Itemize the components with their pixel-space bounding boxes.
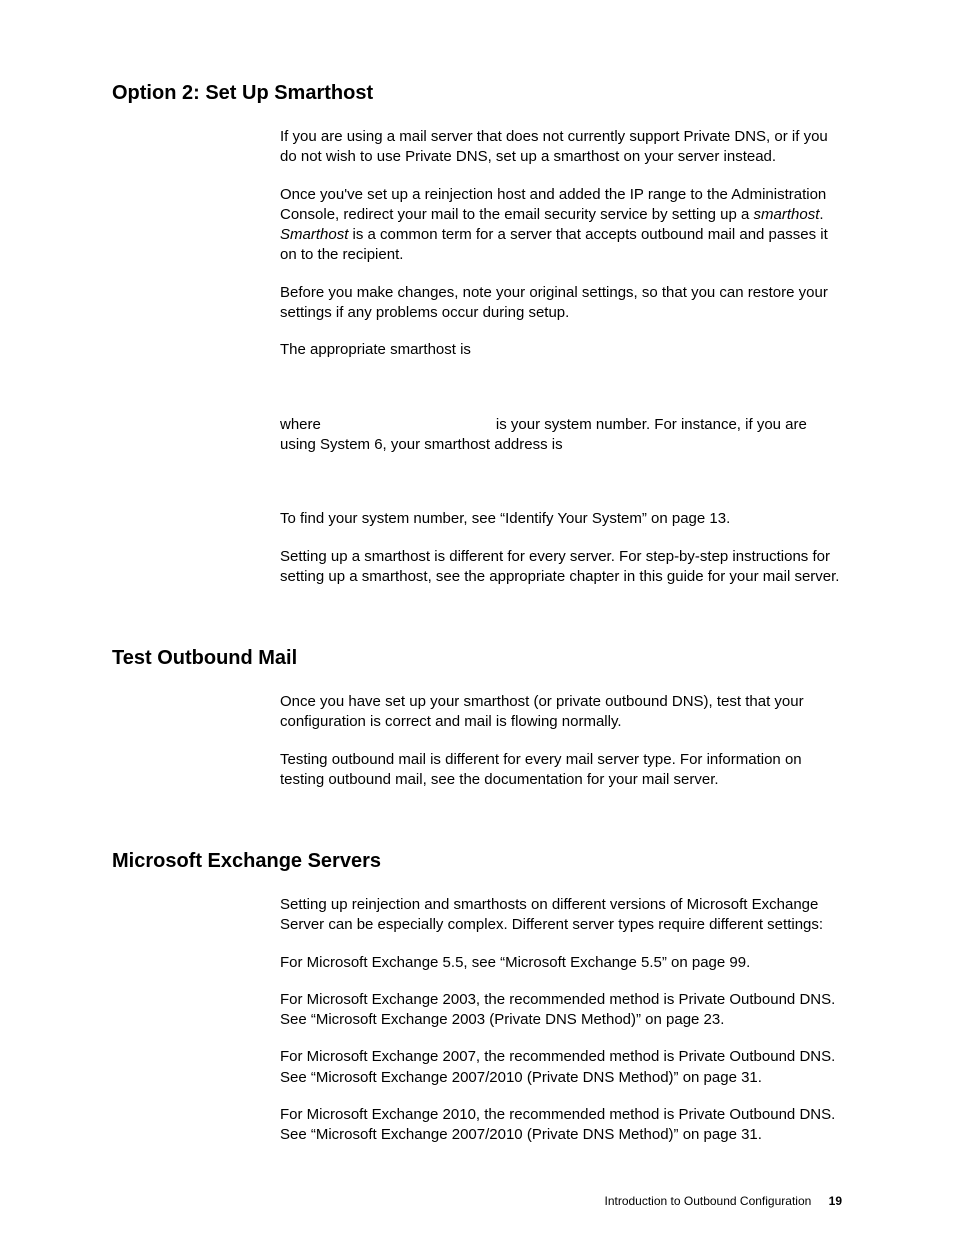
body-paragraph: Setting up a smarthost is different for … — [280, 547, 844, 588]
section-spacer — [112, 790, 844, 850]
body-paragraph: Testing outbound mail is different for e… — [280, 750, 844, 791]
section-3-body: Setting up reinjection and smarthosts on… — [280, 895, 844, 1145]
heading-test-outbound-mail: Test Outbound Mail — [112, 647, 844, 670]
section-1-body: If you are using a mail server that does… — [280, 127, 844, 587]
page-container: Option 2: Set Up Smarthost If you are us… — [0, 0, 954, 1235]
body-paragraph: Once you have set up your smarthost (or … — [280, 692, 844, 733]
body-paragraph: For Microsoft Exchange 5.5, see “Microso… — [280, 953, 844, 973]
body-paragraph: For Microsoft Exchange 2010, the recomme… — [280, 1105, 844, 1146]
body-paragraph: where is your system number. For instanc… — [280, 415, 844, 456]
body-paragraph-spacer — [280, 472, 844, 492]
heading-option-2-smarthost: Option 2: Set Up Smarthost — [112, 82, 844, 105]
content-area: Option 2: Set Up Smarthost If you are us… — [112, 82, 844, 1145]
page-footer: Introduction to Outbound Configuration 1… — [604, 1194, 842, 1208]
body-paragraph: To find your system number, see “Identif… — [280, 509, 844, 529]
heading-microsoft-exchange-servers: Microsoft Exchange Servers — [112, 850, 844, 873]
body-paragraph: Once you've set up a reinjection host an… — [280, 185, 844, 266]
body-paragraph-spacer — [280, 377, 844, 397]
section-2-body: Once you have set up your smarthost (or … — [280, 692, 844, 790]
body-paragraph: Before you make changes, note your origi… — [280, 283, 844, 324]
footer-chapter-title: Introduction to Outbound Configuration — [604, 1194, 811, 1208]
body-paragraph: For Microsoft Exchange 2007, the recomme… — [280, 1047, 844, 1088]
body-paragraph: If you are using a mail server that does… — [280, 127, 844, 168]
footer-page-number: 19 — [829, 1194, 842, 1208]
body-paragraph: Setting up reinjection and smarthosts on… — [280, 895, 844, 936]
section-spacer — [112, 587, 844, 647]
body-paragraph: For Microsoft Exchange 2003, the recomme… — [280, 990, 844, 1031]
body-paragraph: The appropriate smarthost is — [280, 340, 844, 360]
